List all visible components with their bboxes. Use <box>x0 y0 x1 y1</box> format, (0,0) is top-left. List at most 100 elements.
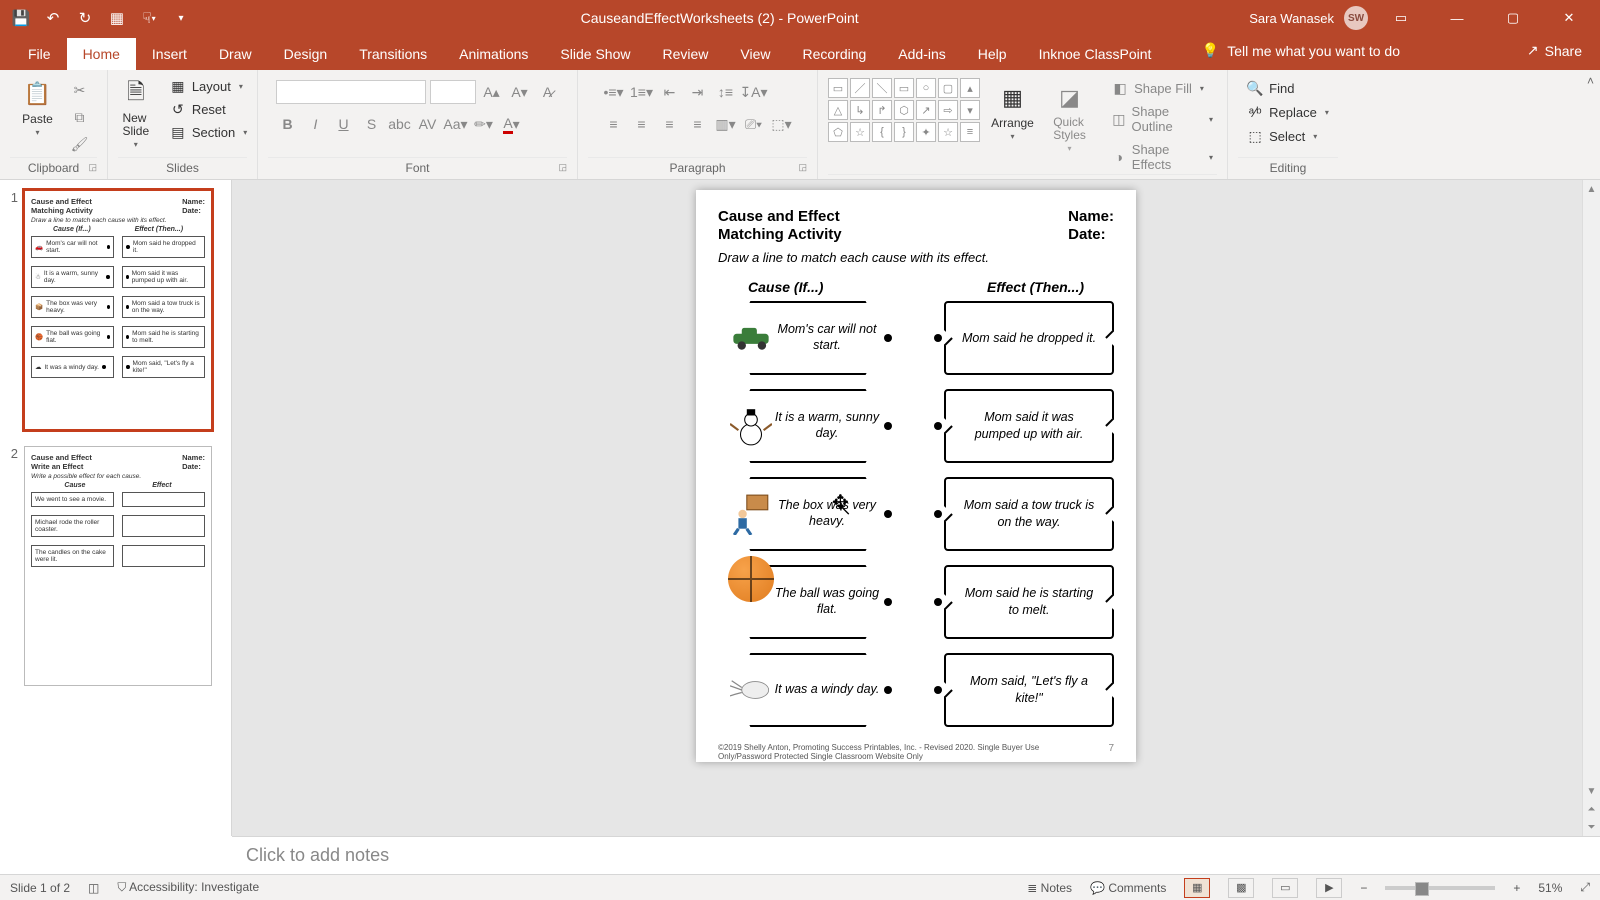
normal-view-icon[interactable]: ▦ <box>1184 878 1210 898</box>
next-slide-icon[interactable]: ⏷ <box>1583 818 1600 836</box>
cause-item[interactable]: The box was very heavy. <box>718 477 898 551</box>
section-button[interactable]: ▤Section▾ <box>166 122 251 142</box>
thumbnail-1[interactable]: 1 Cause and Effect Matching ActivityName… <box>6 190 221 430</box>
share-button[interactable]: ↗ Share <box>1527 42 1582 59</box>
format-painter-icon[interactable]: 🖌 <box>68 132 92 156</box>
arrange-button[interactable]: ▦ Arrange ▾ <box>988 78 1037 141</box>
save-icon[interactable]: 💾 <box>12 9 30 27</box>
decrease-indent-icon[interactable]: ⇤ <box>658 80 682 104</box>
align-left-icon[interactable]: ≡ <box>602 112 626 136</box>
align-center-icon[interactable]: ≡ <box>630 112 654 136</box>
effect-item[interactable]: Mom said it was pumped up with air. <box>944 389 1114 463</box>
slide-editor[interactable]: Cause and Effect Matching Activity Name:… <box>232 180 1600 836</box>
tab-classpoint[interactable]: Inknoe ClassPoint <box>1023 38 1168 70</box>
tab-file[interactable]: File <box>12 38 67 70</box>
notes-toggle[interactable]: ≣ Notes <box>1027 881 1072 895</box>
shape-effects-button[interactable]: ◑Shape Effects▾ <box>1108 140 1217 174</box>
slide-thumbnail-panel[interactable]: 1 Cause and Effect Matching ActivityName… <box>0 180 232 836</box>
shape-outline-button[interactable]: ◫Shape Outline▾ <box>1108 102 1217 136</box>
strike-icon[interactable]: S <box>360 112 384 136</box>
reading-view-icon[interactable]: ▭ <box>1272 878 1298 898</box>
shrink-font-icon[interactable]: A▾ <box>508 80 532 104</box>
collapse-ribbon-icon[interactable]: ˄ <box>1587 74 1594 88</box>
sorter-view-icon[interactable]: ▩ <box>1228 878 1254 898</box>
notes-pane[interactable]: Click to add notes <box>232 836 1600 874</box>
bold-icon[interactable]: B <box>276 112 300 136</box>
scroll-down-icon[interactable]: ▼ <box>1583 782 1600 800</box>
effect-item[interactable]: Mom said he dropped it. <box>944 301 1114 375</box>
change-case-icon[interactable]: Aa▾ <box>444 112 468 136</box>
launcher-icon[interactable]: ◲ <box>798 162 807 173</box>
tab-help[interactable]: Help <box>962 38 1023 70</box>
reset-button[interactable]: ↺Reset <box>166 99 251 119</box>
align-right-icon[interactable]: ≡ <box>658 112 682 136</box>
zoom-out-icon[interactable]: − <box>1360 881 1367 895</box>
launcher-icon[interactable]: ◲ <box>88 162 97 173</box>
font-size-combo[interactable] <box>430 80 476 104</box>
thumbnail-2[interactable]: 2 Cause and Effect Write an EffectName:D… <box>6 446 221 686</box>
quick-styles-button[interactable]: ◪ Quick Styles ▾ <box>1045 78 1094 153</box>
tab-view[interactable]: View <box>724 38 786 70</box>
cut-icon[interactable]: ✂ <box>68 78 92 102</box>
fit-to-window-icon[interactable]: ⤢ <box>1580 880 1590 895</box>
comments-toggle[interactable]: 💬 Comments <box>1090 881 1166 895</box>
touch-mode-icon[interactable]: ☟▾ <box>140 9 158 27</box>
slide-counter[interactable]: Slide 1 of 2 <box>10 881 70 895</box>
font-name-combo[interactable] <box>276 80 426 104</box>
cause-item[interactable]: It is a warm, sunny day. <box>718 389 898 463</box>
user-name[interactable]: Sara Wanasek <box>1249 11 1334 26</box>
zoom-slider[interactable] <box>1385 886 1495 890</box>
effect-item[interactable]: Mom said, "Let's fly a kite!" <box>944 653 1114 727</box>
slide-canvas[interactable]: Cause and Effect Matching Activity Name:… <box>696 190 1136 762</box>
status-icon[interactable]: ◫ <box>88 881 99 895</box>
tab-recording[interactable]: Recording <box>786 38 882 70</box>
justify-icon[interactable]: ≡ <box>686 112 710 136</box>
text-direction-icon[interactable]: ↧A▾ <box>742 80 766 104</box>
replace-button[interactable]: ᵃ⁄ᵇReplace▾ <box>1243 102 1333 122</box>
increase-indent-icon[interactable]: ⇥ <box>686 80 710 104</box>
tab-design[interactable]: Design <box>268 38 344 70</box>
ribbon-display-icon[interactable]: ▭ <box>1378 0 1424 36</box>
cause-item[interactable]: The ball was going flat. <box>718 565 898 639</box>
new-slide-button[interactable]: 🗎 New Slide ▾ <box>114 74 158 149</box>
shadow-icon[interactable]: abc <box>388 112 412 136</box>
tab-slideshow[interactable]: Slide Show <box>544 38 646 70</box>
thumbnail-2-preview[interactable]: Cause and Effect Write an EffectName:Dat… <box>24 446 212 686</box>
bullets-icon[interactable]: •≡▾ <box>602 80 626 104</box>
accessibility-status[interactable]: ⛉ Accessibility: Investigate <box>117 880 259 895</box>
thumbnail-1-preview[interactable]: Cause and Effect Matching ActivityName:D… <box>24 190 212 430</box>
tab-draw[interactable]: Draw <box>203 38 268 70</box>
smartart-icon[interactable]: ⬚▾ <box>770 112 794 136</box>
close-icon[interactable]: ✕ <box>1546 0 1592 36</box>
grow-font-icon[interactable]: A▴ <box>480 80 504 104</box>
undo-icon[interactable]: ↶ <box>44 9 62 27</box>
align-text-icon[interactable]: ⎚▾ <box>742 112 766 136</box>
scroll-up-icon[interactable]: ▲ <box>1583 180 1600 198</box>
cause-item[interactable]: It was a windy day. <box>718 653 898 727</box>
cause-item[interactable]: Mom's car will not start. <box>718 301 898 375</box>
zoom-in-icon[interactable]: + <box>1513 881 1520 895</box>
tab-review[interactable]: Review <box>646 38 724 70</box>
line-spacing-icon[interactable]: ↕≡ <box>714 80 738 104</box>
present-icon[interactable]: ▦ <box>108 9 126 27</box>
prev-slide-icon[interactable]: ⏶ <box>1583 800 1600 818</box>
qat-customize-icon[interactable]: ▾ <box>172 9 190 27</box>
scroll-track[interactable] <box>1583 198 1600 782</box>
avatar[interactable]: SW <box>1344 6 1368 30</box>
launcher-icon[interactable]: ◲ <box>558 162 567 173</box>
italic-icon[interactable]: I <box>304 112 328 136</box>
maximize-icon[interactable]: ▢ <box>1490 0 1536 36</box>
shape-fill-button[interactable]: ◧Shape Fill▾ <box>1108 78 1217 98</box>
vertical-scrollbar[interactable]: ▲ ▼ ⏶ ⏷ <box>1582 180 1600 836</box>
zoom-slider-thumb[interactable] <box>1415 882 1429 896</box>
highlight-icon[interactable]: ✏▾ <box>472 112 496 136</box>
font-color-icon[interactable]: A▾ <box>500 112 524 136</box>
char-spacing-icon[interactable]: AV <box>416 112 440 136</box>
underline-icon[interactable]: U <box>332 112 356 136</box>
columns-icon[interactable]: ▥▾ <box>714 112 738 136</box>
select-button[interactable]: ⬚Select▾ <box>1243 126 1321 146</box>
copy-icon[interactable]: ⧉ <box>68 105 92 129</box>
layout-button[interactable]: ▦Layout▾ <box>166 76 251 96</box>
shapes-gallery[interactable]: ▭／＼▭○▢▴ △↳↱⬡↗⇨▾ ⬠☆{}✦☆≡ <box>828 78 980 142</box>
redo-icon[interactable]: ↻ <box>76 9 94 27</box>
